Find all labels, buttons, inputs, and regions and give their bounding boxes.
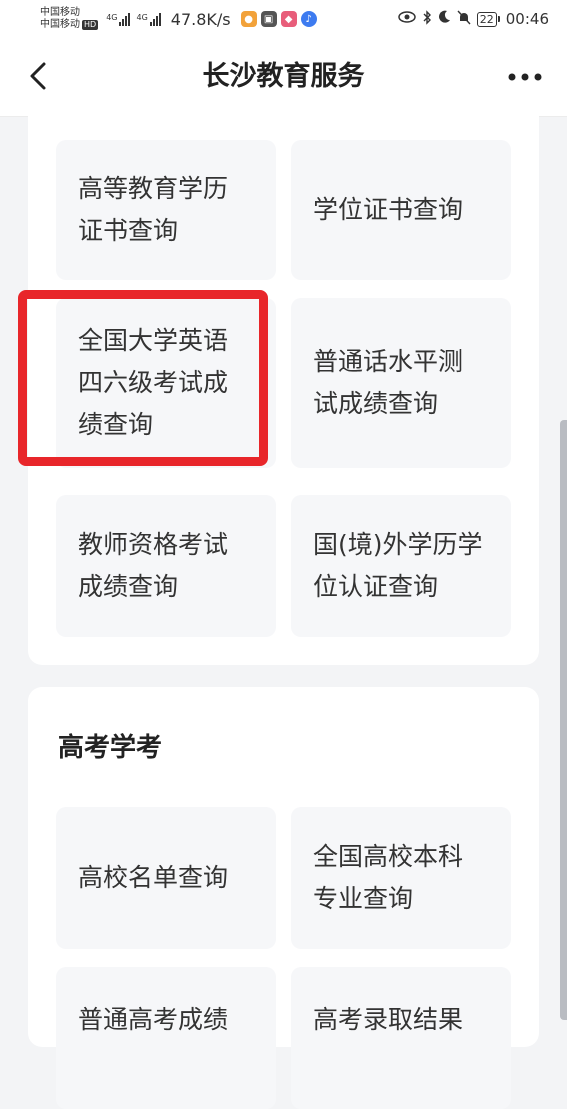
more-icon <box>508 73 542 81</box>
tile-foreign-degree-certification[interactable]: 国(境)外学历学位认证查询 <box>291 495 511 637</box>
tile-cet-score[interactable]: 全国大学英语四六级考试成绩查询 <box>56 298 276 468</box>
tile-label: 全国高校本科专业查询 <box>313 842 464 913</box>
tile-gaokao-score[interactable]: 普通高考成绩 <box>56 967 276 1109</box>
signal-icon: 4G <box>106 12 131 26</box>
certificate-query-section: 高等教育学历证书查询 学位证书查询 全国大学英语四六级考试成绩查询 普通话水平测… <box>28 100 539 665</box>
hd-badge: HD <box>82 20 99 30</box>
tile-university-list[interactable]: 高校名单查询 <box>56 807 276 949</box>
more-button[interactable] <box>505 62 545 92</box>
tile-label: 高校名单查询 <box>78 863 229 892</box>
tile-label: 高考录取结果 <box>313 1005 464 1034</box>
tile-label: 全国大学英语四六级考试成绩查询 <box>78 326 229 439</box>
app-notification-icon: ▣ <box>260 11 277 27</box>
signal-icon: 4G <box>136 12 161 26</box>
tile-label: 学位证书查询 <box>313 195 464 224</box>
tile-label: 普通话水平测试成绩查询 <box>313 347 464 418</box>
tile-mandarin-test-score[interactable]: 普通话水平测试成绩查询 <box>291 298 511 468</box>
network-speed: 47.8K/s <box>170 9 231 29</box>
mute-bell-icon <box>457 10 471 29</box>
carrier-2-row: 中国移动 HD <box>40 19 99 31</box>
carrier-1: 中国移动 <box>40 7 80 18</box>
eye-icon <box>398 10 416 28</box>
tile-teacher-qualification-score[interactable]: 教师资格考试成绩查询 <box>56 495 276 637</box>
status-right: 22 00:46 <box>398 9 549 29</box>
notification-icons: ● ▣ ◆ ♪ <box>240 11 317 27</box>
bluetooth-icon <box>422 9 432 29</box>
scrollbar[interactable] <box>560 420 567 1020</box>
gaokao-section: 高考学考 高校名单查询 全国高校本科专业查询 普通高考成绩 高考录取结果 <box>28 687 539 1109</box>
carrier-2: 中国移动 <box>40 19 80 30</box>
tile-label: 教师资格考试成绩查询 <box>78 530 229 601</box>
tile-admission-result[interactable]: 高考录取结果 <box>291 967 511 1109</box>
moon-icon <box>438 10 451 28</box>
tile-undergraduate-majors[interactable]: 全国高校本科专业查询 <box>291 807 511 949</box>
section-title: 高考学考 <box>58 733 163 763</box>
battery-icon: 22 <box>476 11 500 27</box>
clock: 00:46 <box>505 10 549 28</box>
status-bar: 中国移动 中国移动 HD 4G 4G 47.8K/s ● ▣ ◆ ♪ 22 00… <box>0 0 567 38</box>
tile-label: 普通高考成绩 <box>78 1005 229 1034</box>
music-icon: ♪ <box>300 11 317 27</box>
carrier-info: 中国移动 中国移动 HD <box>40 7 99 31</box>
weibo-icon: ● <box>240 11 257 27</box>
tile-label: 国(境)外学历学位认证查询 <box>313 530 483 601</box>
tile-degree-certificate[interactable]: 学位证书查询 <box>291 140 511 280</box>
tile-higher-education-certificate[interactable]: 高等教育学历证书查询 <box>56 140 276 280</box>
app-notification-icon: ◆ <box>280 11 297 27</box>
tile-label: 高等教育学历证书查询 <box>78 174 229 245</box>
